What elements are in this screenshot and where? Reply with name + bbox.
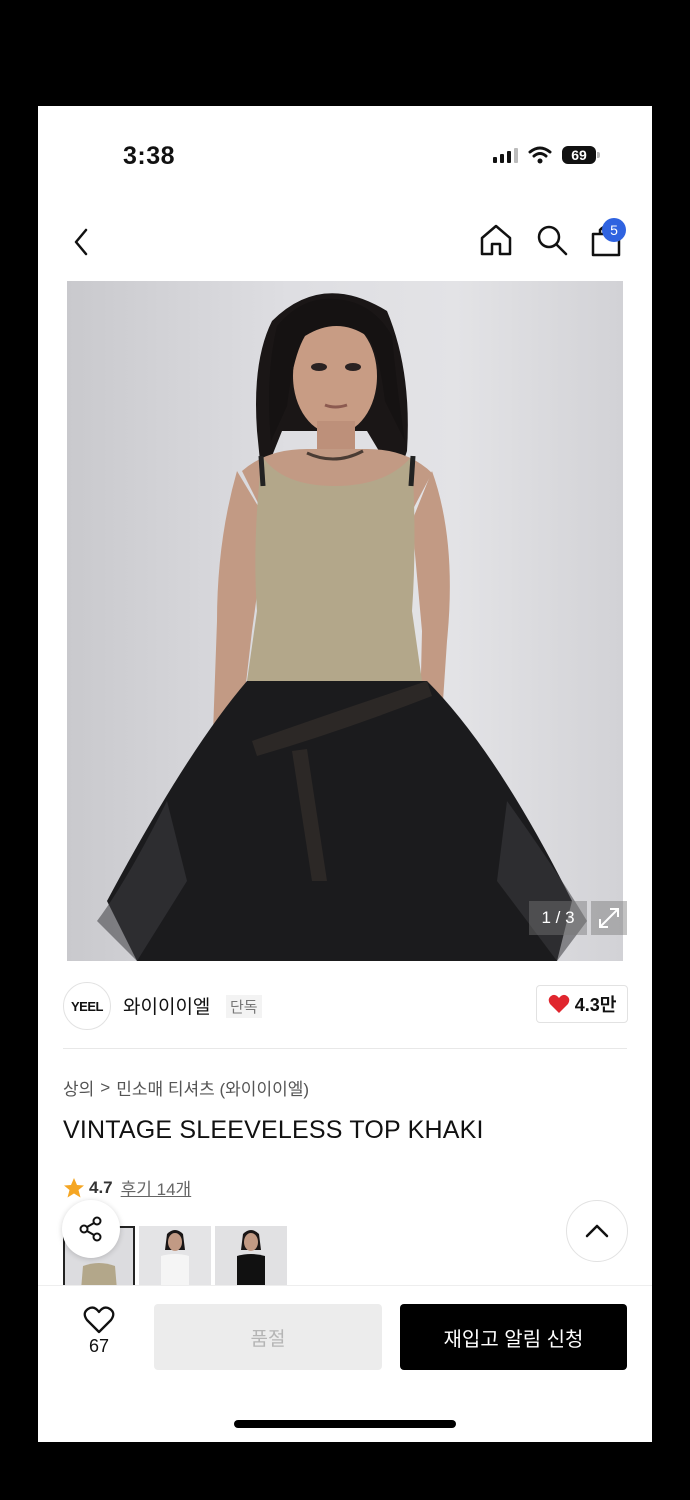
share-icon: [79, 1216, 102, 1242]
rating-score: 4.7: [89, 1177, 113, 1197]
breadcrumb: 상의 > 민소매 티셔츠 (와이이이엘): [63, 1075, 309, 1100]
home-icon[interactable]: [478, 222, 514, 258]
heart-outline-icon: [83, 1306, 115, 1334]
reviews-link[interactable]: 후기 14개: [121, 1175, 192, 1200]
wishlist-button[interactable]: 67: [76, 1306, 122, 1357]
thumbnail-white[interactable]: [139, 1226, 211, 1290]
share-button[interactable]: [62, 1200, 120, 1258]
thumbnail-black[interactable]: [215, 1226, 287, 1290]
breadcrumb-separator: >: [100, 1077, 111, 1097]
product-title: VINTAGE SLEEVELESS TOP KHAKI: [63, 1116, 484, 1144]
back-button[interactable]: [66, 224, 96, 260]
chevron-left-icon: [74, 228, 88, 256]
star-icon: [64, 1177, 84, 1197]
breadcrumb-category[interactable]: 상의: [63, 1075, 94, 1100]
status-icons: 69: [493, 146, 600, 164]
divider: [63, 1048, 627, 1049]
breadcrumb-subcategory[interactable]: 민소매 티셔츠 (와이이이엘): [116, 1075, 309, 1100]
soldout-button: 품절: [154, 1304, 382, 1370]
status-time: 3:38: [123, 142, 176, 170]
expand-icon: [599, 908, 619, 928]
brand-name[interactable]: 와이이이엘: [123, 992, 210, 1019]
model-photo: [97, 293, 587, 961]
expand-button[interactable]: [591, 901, 627, 935]
search-icon[interactable]: [534, 222, 570, 258]
wifi-icon: [528, 146, 552, 164]
wishlist-count: 67: [88, 1336, 110, 1356]
restock-alert-button[interactable]: 재입고 알림 신청: [400, 1304, 627, 1370]
signal-icon: [493, 147, 518, 163]
brand-logo[interactable]: YEEL: [63, 982, 111, 1030]
product-image[interactable]: [67, 281, 623, 961]
home-indicator: [234, 1420, 456, 1428]
chevron-up-icon: [585, 1224, 609, 1238]
app-screen: 3:38 69 5 1 / 3 YEEL 와이이이엘 단독 4.3만 상의 > …: [38, 106, 652, 1442]
cart-count-badge: 5: [602, 218, 626, 242]
brand-like-count: 4.3만: [574, 995, 617, 1015]
thumbnail-image: [139, 1226, 211, 1290]
exclusive-badge: 단독: [226, 995, 262, 1018]
heart-filled-icon: [548, 994, 569, 1013]
image-counter: 1 / 3: [529, 901, 587, 935]
thumbnail-image: [215, 1226, 287, 1290]
brand-like-button[interactable]: 4.3만: [536, 985, 628, 1023]
battery-icon: 69: [562, 146, 600, 164]
rating-row: 4.7 후기 14개: [63, 1175, 191, 1200]
scroll-top-button[interactable]: [566, 1200, 628, 1262]
